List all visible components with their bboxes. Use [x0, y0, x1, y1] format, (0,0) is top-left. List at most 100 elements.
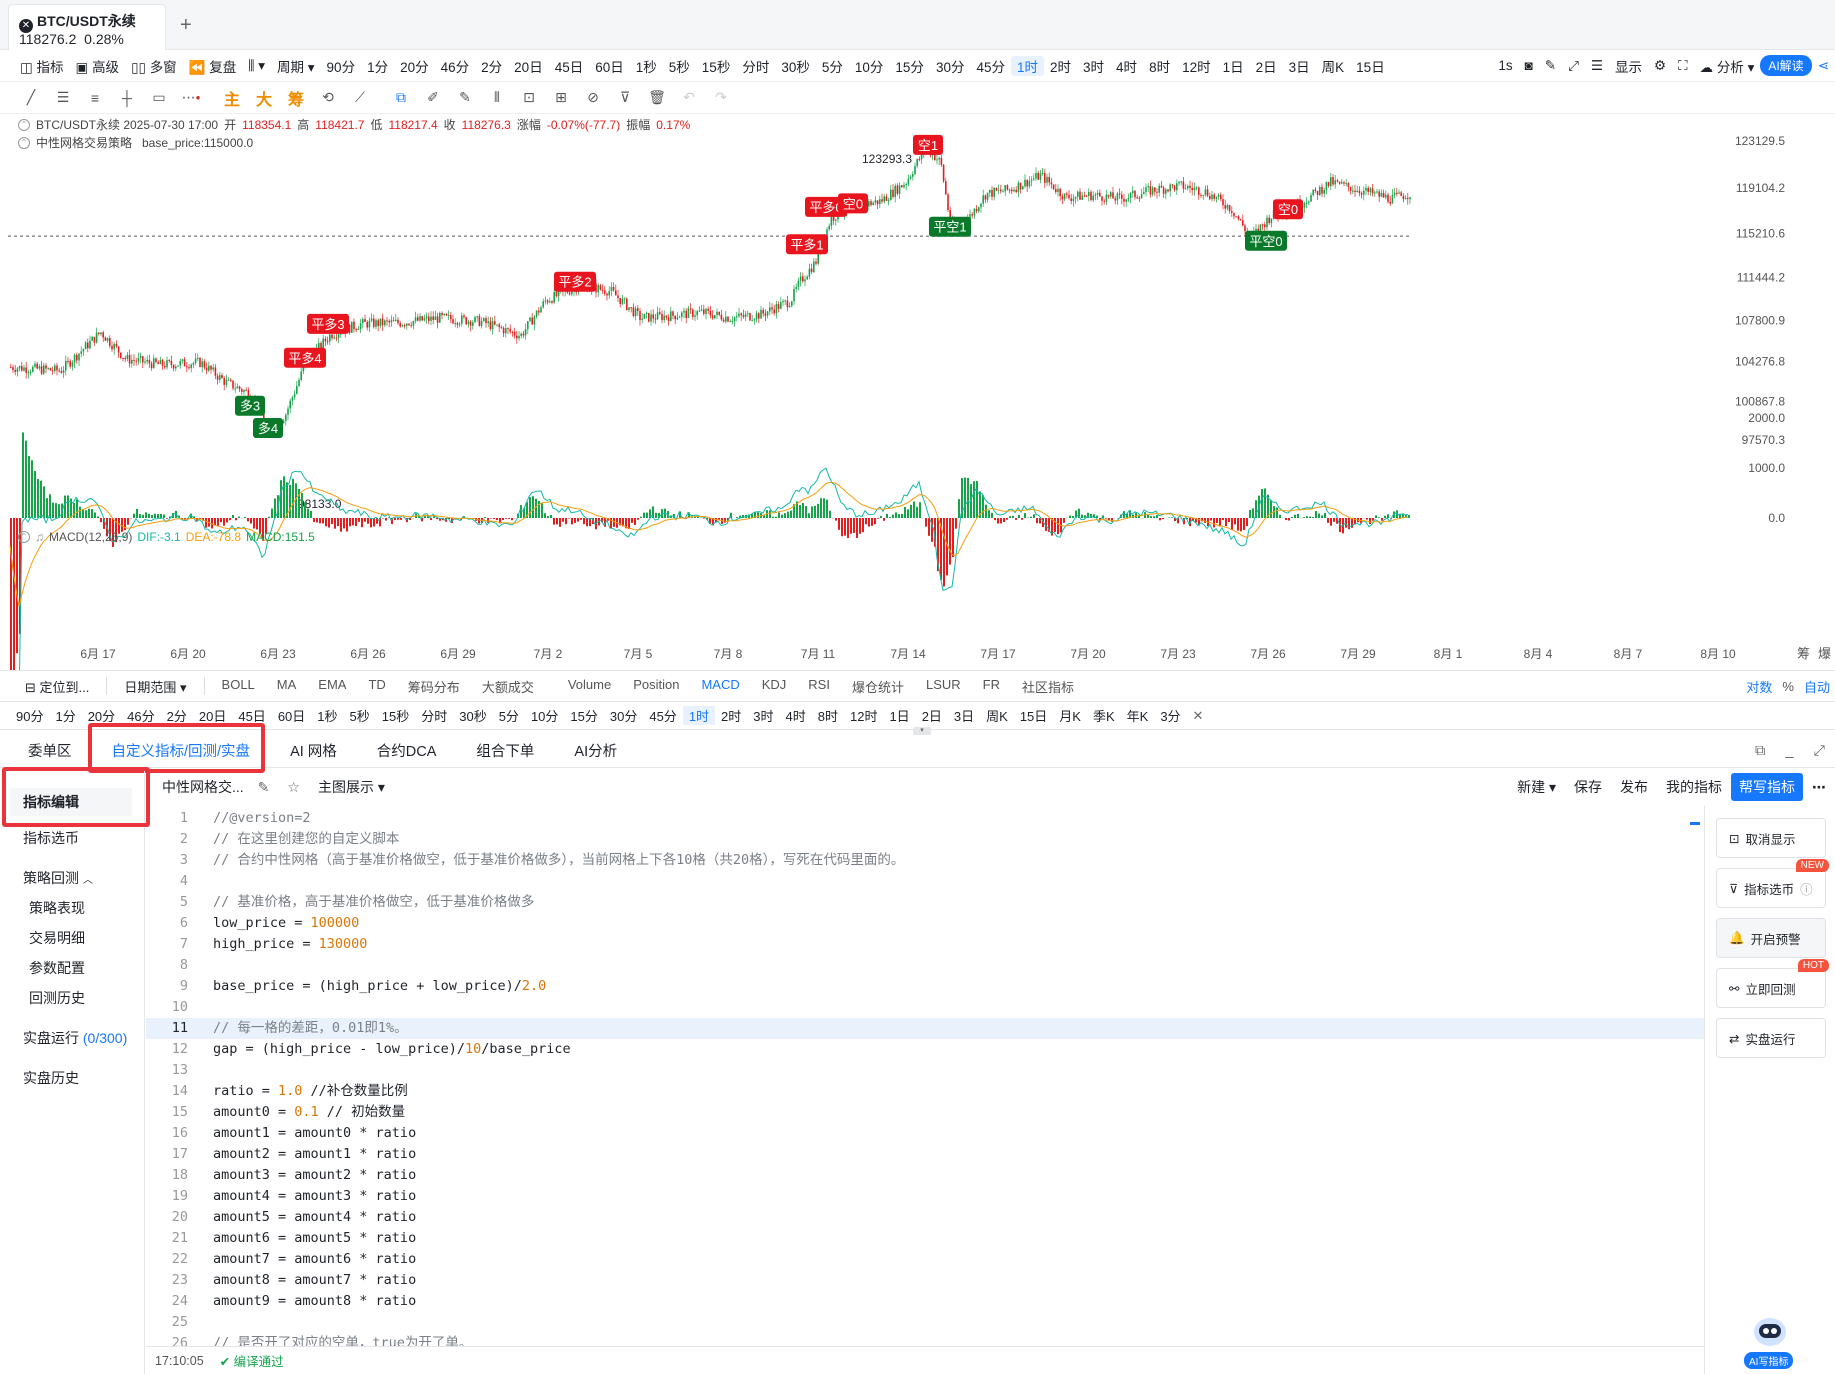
- display-button[interactable]: 显示: [1609, 56, 1648, 76]
- minimize-icon[interactable]: _: [1775, 743, 1803, 759]
- code-line[interactable]: 9 base_price = (high_price + low_price)/2…: [146, 976, 1704, 997]
- multi-window-button[interactable]: ▯▯ 多窗: [125, 56, 183, 76]
- signal-long[interactable]: 多4: [253, 417, 283, 438]
- period-bar-item-8[interactable]: 1秒: [311, 706, 343, 725]
- period-16[interactable]: 30分: [930, 56, 971, 76]
- period-23[interactable]: 12时: [1176, 56, 1217, 76]
- period-8[interactable]: 1秒: [630, 56, 663, 76]
- rectangle-icon[interactable]: ▭: [148, 87, 170, 109]
- brush-icon[interactable]: ✎: [454, 87, 476, 109]
- indicator-item-13[interactable]: FR: [972, 677, 1011, 696]
- channel-icon[interactable]: ≡: [84, 87, 106, 109]
- expand-icon[interactable]: ⤢: [1562, 58, 1585, 74]
- signal-short[interactable]: 空0: [1273, 199, 1303, 220]
- indicator-item-6[interactable]: Volume: [557, 677, 622, 696]
- indicator-item-5[interactable]: 大额成交: [471, 677, 545, 696]
- code-line[interactable]: 22 amount7 = amount6 * ratio: [146, 1249, 1704, 1270]
- period-bar-item-17[interactable]: 45分: [643, 706, 682, 725]
- fullscreen-icon[interactable]: ⛶: [1672, 58, 1693, 74]
- measure-icon[interactable]: ⟋: [349, 87, 371, 109]
- collapse-icon[interactable]: ⌃: [18, 531, 30, 543]
- indicator-item-12[interactable]: LSUR: [915, 677, 972, 696]
- period-22[interactable]: 8时: [1143, 56, 1176, 76]
- code-line[interactable]: 18 amount3 = amount2 * ratio: [146, 1165, 1704, 1186]
- code-line[interactable]: 4: [146, 871, 1704, 892]
- indicator-item-11[interactable]: 爆仓统计: [841, 677, 915, 696]
- star-icon[interactable]: ☆: [287, 779, 300, 796]
- period-0[interactable]: 90分: [321, 56, 362, 76]
- add-tab-button[interactable]: +: [180, 14, 192, 37]
- period-bar-item-14[interactable]: 10分: [525, 706, 564, 725]
- indicator-item-1[interactable]: MA: [266, 677, 308, 696]
- code-line[interactable]: 20 amount5 = amount4 * ratio: [146, 1207, 1704, 1228]
- save-button[interactable]: 保存: [1565, 777, 1611, 797]
- period-bar-item-20[interactable]: 3时: [747, 706, 779, 725]
- edit-name-icon[interactable]: ✎: [258, 779, 270, 796]
- period-bar-item-19[interactable]: 2时: [715, 706, 747, 725]
- maximize-icon[interactable]: ⤢: [1803, 743, 1835, 759]
- bottom-tab-5[interactable]: AI分析: [554, 740, 637, 761]
- code-line[interactable]: 10: [146, 997, 1704, 1018]
- code-line[interactable]: 11 // 每一格的差距，0.01即1%。: [146, 1018, 1704, 1039]
- tick-button[interactable]: 1s: [1492, 58, 1518, 73]
- code-line[interactable]: 3 // 合约中性网格（高于基准价格做空，低于基准价格做多），当前网格上下各10格…: [146, 850, 1704, 871]
- collapse-icon[interactable]: ⌃: [18, 137, 30, 149]
- lock-icon[interactable]: ⊡: [518, 87, 540, 109]
- indicator-pick-button[interactable]: ⊽ 指标选币 ⓘ NEW: [1716, 859, 1829, 908]
- symbol-tab[interactable]: ✕ BTC/USDT永续 118276.2 0.28%: [8, 4, 166, 50]
- period-bar-item-30[interactable]: 季K: [1087, 706, 1121, 725]
- signal-close[interactable]: 平多2: [554, 271, 596, 292]
- code-line[interactable]: 2 // 在这里创建您的自定义脚本: [146, 829, 1704, 850]
- period-bar-item-1[interactable]: 1分: [49, 706, 81, 725]
- code-line[interactable]: 16 amount1 = amount0 * ratio: [146, 1123, 1704, 1144]
- note-icon[interactable]: ⊞: [550, 87, 572, 109]
- indicator-item-2[interactable]: EMA: [307, 677, 357, 696]
- ai-interpret-button[interactable]: AI解读: [1760, 55, 1812, 76]
- code-line[interactable]: 15 amount0 = 0.1 // 初始数量: [146, 1102, 1704, 1123]
- signal-close[interactable]: 平多1: [786, 234, 828, 255]
- code-line[interactable]: 25: [146, 1312, 1704, 1333]
- indicator-name[interactable]: 中性网格交...: [162, 777, 244, 797]
- nav-trade-details[interactable]: 交易明细: [29, 928, 85, 948]
- publish-button[interactable]: 发布: [1611, 777, 1657, 797]
- period-bar-item-26[interactable]: 3日: [948, 706, 980, 725]
- code-line[interactable]: 26 // 是否开了对应的空单，true为开了单。: [146, 1333, 1704, 1346]
- period-1[interactable]: 1分: [361, 56, 394, 76]
- bottom-tab-3[interactable]: 合约DCA: [357, 740, 457, 761]
- analysis-button[interactable]: ☁ 分析 ▾: [1694, 56, 1761, 76]
- period-bar-item-29[interactable]: 月K: [1053, 706, 1087, 725]
- copy-icon[interactable]: ⧉: [390, 87, 412, 109]
- replay-button[interactable]: ⏪ 复盘: [183, 56, 243, 76]
- redo-icon[interactable]: ↷: [710, 87, 732, 109]
- cancel-display-button[interactable]: ⊡ 取消显示: [1716, 818, 1826, 858]
- collapse-icon[interactable]: ⌃: [18, 119, 30, 131]
- ai-write-assistant[interactable]: AI写指标: [1742, 1310, 1798, 1370]
- price-chart[interactable]: 123129.5 119104.2 115210.6 111444.2 107800.9…: [0, 110, 1835, 670]
- period-25[interactable]: 2日: [1250, 56, 1283, 76]
- ruler-icon[interactable]: ✐: [422, 87, 444, 109]
- signal-close[interactable]: 平多4: [284, 347, 326, 368]
- code-line[interactable]: 12 gap = (high_price - low_price)/10/base…: [146, 1039, 1704, 1060]
- code-line[interactable]: 21 amount6 = amount5 * ratio: [146, 1228, 1704, 1249]
- filter-icon[interactable]: ⊽: [614, 87, 636, 109]
- indicator-item-3[interactable]: TD: [357, 677, 396, 696]
- date-range-button[interactable]: 日期范围 ▾: [113, 677, 197, 696]
- indicator-item-8[interactable]: MACD: [690, 677, 750, 696]
- code-line[interactable]: 24 amount9 = amount8 * ratio: [146, 1291, 1704, 1312]
- period-bar-item-31[interactable]: 年K: [1121, 706, 1155, 725]
- indicator-button[interactable]: ◫ 指标: [14, 56, 70, 76]
- horizontal-lines-icon[interactable]: ☰: [52, 87, 74, 109]
- period-bar-item-25[interactable]: 2日: [916, 706, 948, 725]
- indicator-item-0[interactable]: BOLL: [211, 677, 266, 696]
- more-icon[interactable]: ⋯: [1803, 779, 1835, 796]
- period-7[interactable]: 60日: [589, 56, 630, 76]
- more-tools-icon[interactable]: ⋯ ●: [180, 87, 202, 109]
- code-line[interactable]: 19 amount4 = amount3 * ratio: [146, 1186, 1704, 1207]
- period-5[interactable]: 20日: [508, 56, 549, 76]
- undo-icon[interactable]: ↶: [678, 87, 700, 109]
- signal-cover[interactable]: 平空1: [929, 216, 971, 237]
- period-28[interactable]: 15日: [1350, 56, 1391, 76]
- live-run-button[interactable]: ⇄ 实盘运行: [1716, 1018, 1826, 1058]
- code-line[interactable]: 13: [146, 1060, 1704, 1081]
- period-26[interactable]: 3日: [1283, 56, 1316, 76]
